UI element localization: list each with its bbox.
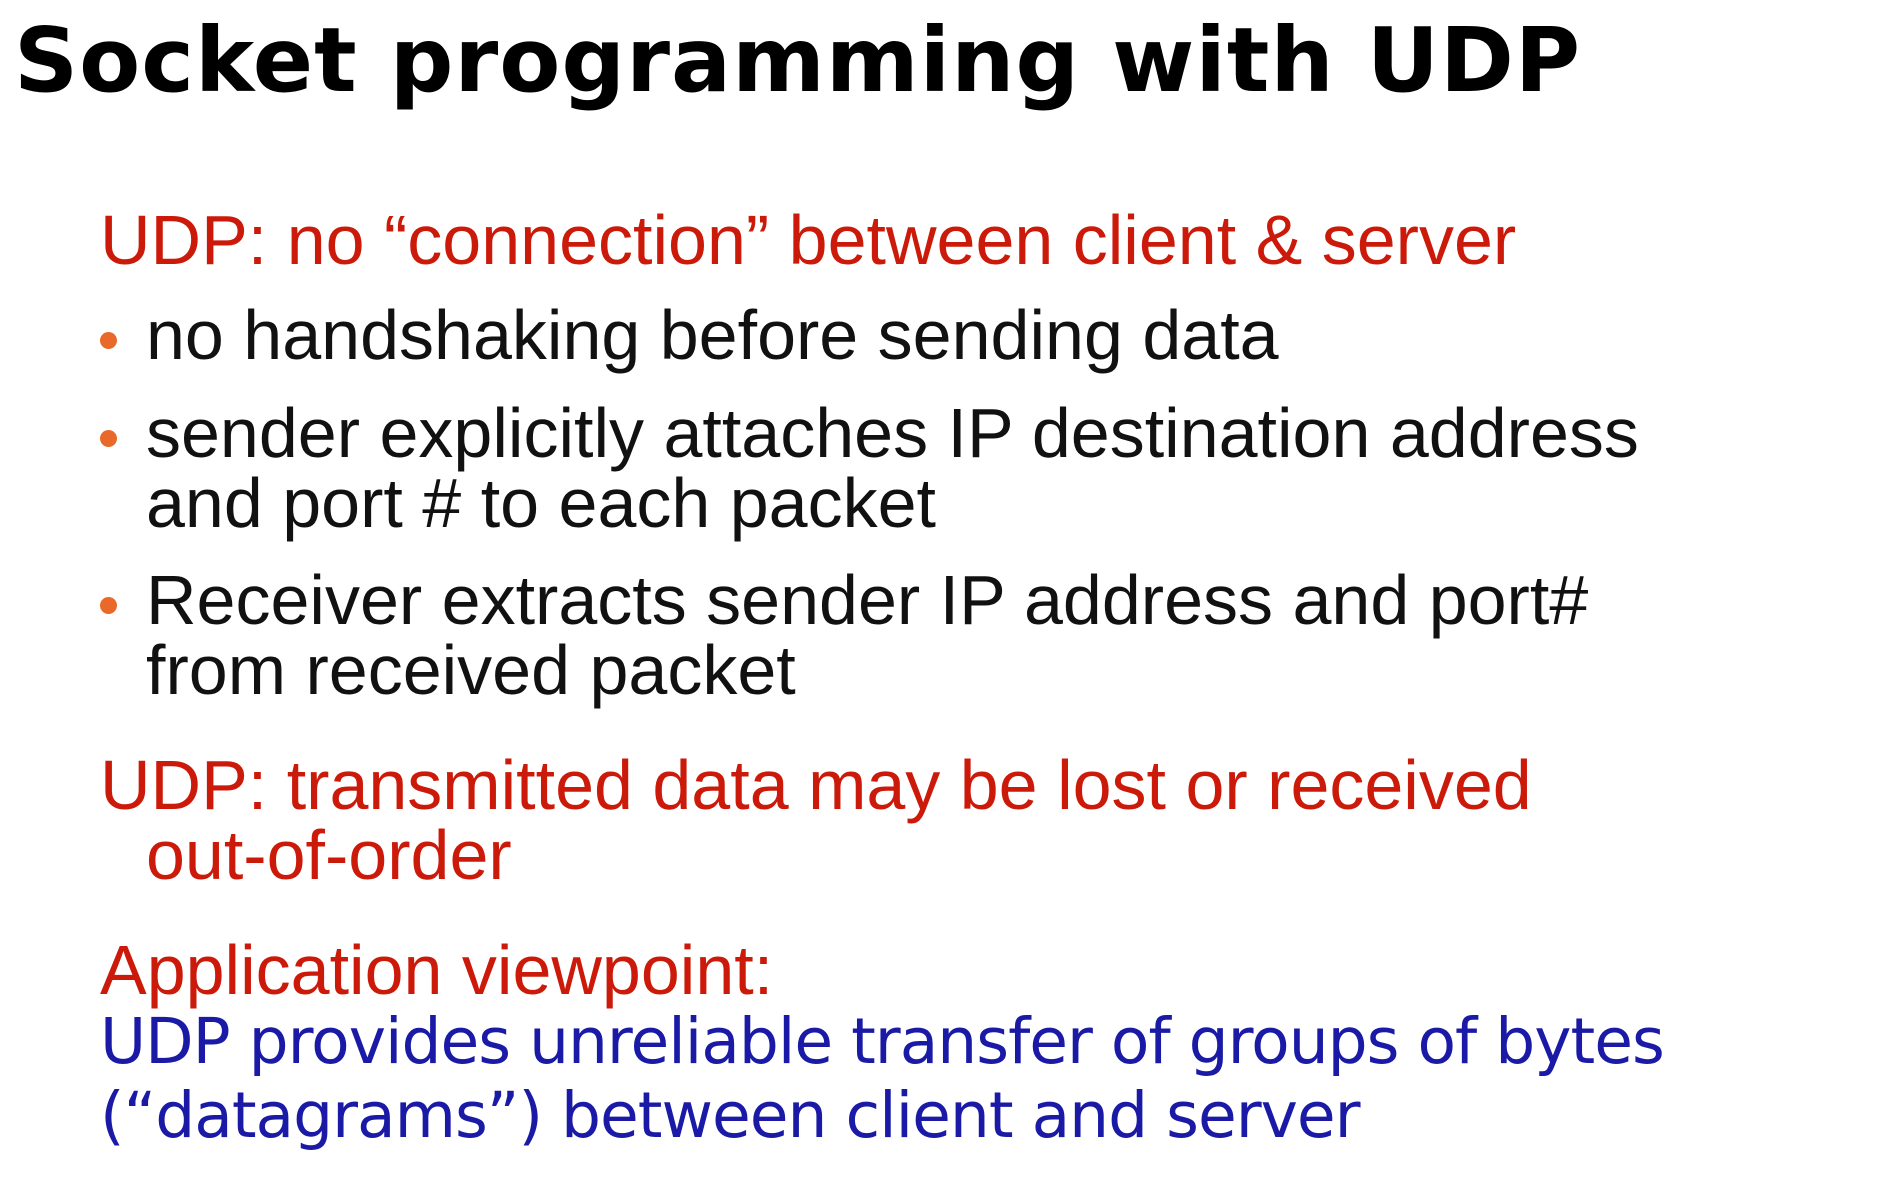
bullet-text-continued: and port # to each packet xyxy=(146,464,936,542)
application-viewpoint-heading: Application viewpoint: xyxy=(100,935,773,1005)
bullet-text-continued: from received packet xyxy=(146,631,796,709)
application-viewpoint-line1: UDP provides unreliable transfer of grou… xyxy=(100,1005,1665,1078)
application-viewpoint-text: Application viewpoint: xyxy=(100,931,774,1009)
udp-data-loss-line2: out-of-order xyxy=(146,816,512,894)
udp-no-connection-text: UDP: no “connection” between client & se… xyxy=(100,201,1517,279)
slide: Socket programming with UDP UDP: no “con… xyxy=(0,0,1894,1200)
application-viewpoint-body: UDP provides unreliable transfer of grou… xyxy=(100,1005,1665,1153)
slide-title: Socket programming with UDP xyxy=(14,8,1582,112)
bullet-text: no handshaking before sending data xyxy=(146,296,1279,374)
bullet-item-receiver-extracts: Receiver extracts sender IP address and … xyxy=(100,565,1588,705)
bullet-text: Receiver extracts sender IP address and … xyxy=(146,561,1589,639)
bullet-dot-icon xyxy=(100,332,117,349)
udp-data-loss-line1: UDP: transmitted data may be lost or rec… xyxy=(100,746,1532,824)
bullet-item-sender-attaches: sender explicitly attaches IP destinatio… xyxy=(100,398,1639,538)
application-viewpoint-line2: (“datagrams”) between client and server xyxy=(100,1079,1361,1152)
udp-no-connection-heading: UDP: no “connection” between client & se… xyxy=(100,205,1516,275)
bullet-dot-icon xyxy=(100,430,117,447)
udp-data-loss-heading: UDP: transmitted data may be lost or rec… xyxy=(100,750,1532,890)
bullet-dot-icon xyxy=(100,597,117,614)
bullet-text: sender explicitly attaches IP destinatio… xyxy=(146,394,1639,472)
bullet-item-handshaking: no handshaking before sending data xyxy=(100,300,1279,370)
